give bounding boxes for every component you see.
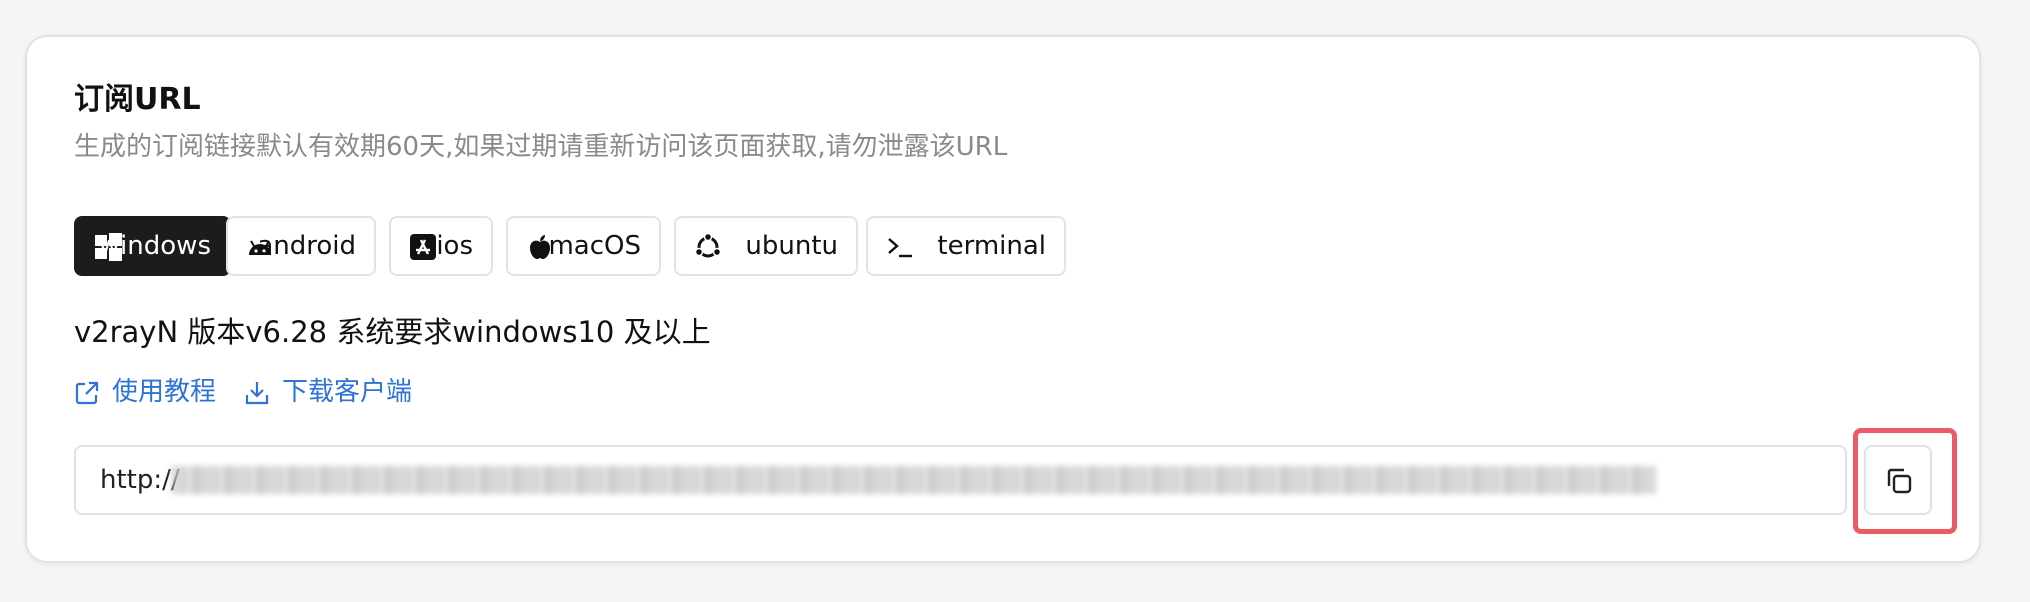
tab-windows[interactable]: windows — [74, 216, 231, 276]
tab-android[interactable]: android — [226, 216, 376, 276]
tab-label: android — [257, 231, 356, 261]
card-subtitle: 生成的订阅链接默认有效期60天,如果过期请重新访问该页面获取,请勿泄露该URL — [74, 132, 1008, 162]
copy-icon — [1887, 468, 1912, 494]
tab-label: ubuntu — [745, 231, 838, 261]
url-prefix: http:// — [100, 465, 180, 495]
external-link-icon — [75, 381, 99, 405]
tutorial-link[interactable]: 使用教程 — [74, 372, 234, 412]
tab-label: ios — [436, 231, 473, 261]
card-title: 订阅URL — [74, 82, 201, 117]
tab-label: windows — [98, 231, 211, 261]
ubuntu-icon — [694, 233, 722, 258]
copy-button[interactable] — [1864, 445, 1932, 515]
download-icon — [245, 382, 269, 405]
tab-ios[interactable]: ios — [389, 216, 493, 276]
tab-ubuntu[interactable]: ubuntu — [674, 216, 858, 276]
tab-label: terminal — [937, 231, 1046, 261]
terminal-icon — [888, 238, 912, 258]
subscription-url-field[interactable]: http:// — [74, 445, 1847, 515]
tab-label: macOS — [548, 231, 641, 261]
tab-terminal[interactable]: terminal — [866, 216, 1066, 276]
app-store-icon — [410, 234, 436, 260]
download-link-label: 下载客户端 — [282, 377, 413, 407]
client-version-info: v2rayN 版本v6.28 系统要求windows10 及以上 — [74, 315, 711, 349]
url-redacted — [172, 466, 1656, 494]
download-client-link[interactable]: 下载客户端 — [244, 372, 444, 412]
tab-macos[interactable]: macOS — [506, 216, 661, 276]
tutorial-link-label: 使用教程 — [112, 377, 217, 407]
